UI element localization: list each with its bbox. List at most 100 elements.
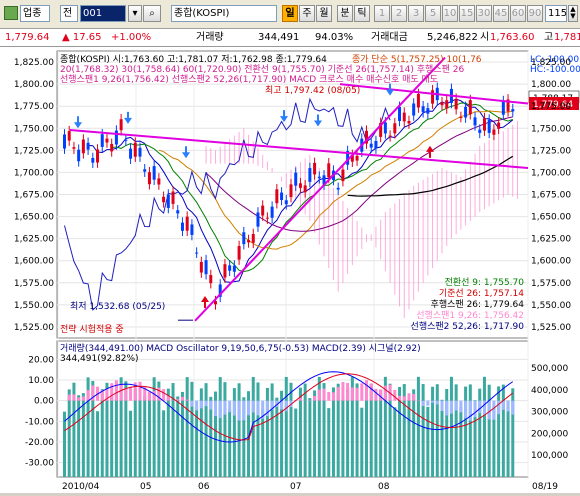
oscillator-bar xyxy=(129,387,132,401)
price-axis-label-left: 1,550.00 xyxy=(14,301,54,311)
candle-body xyxy=(209,275,212,283)
candle-body xyxy=(492,130,495,135)
price-axis-label-right: 1,800.00 xyxy=(531,80,571,90)
candle-body xyxy=(87,143,90,150)
volume-bar xyxy=(488,385,491,477)
oscillator-bar xyxy=(511,401,514,415)
category-select[interactable]: 업종 xyxy=(20,5,50,22)
volume-bar xyxy=(407,399,410,477)
candle-body xyxy=(417,94,420,108)
oscillator-bar xyxy=(200,401,203,409)
period-button-day[interactable]: 일 xyxy=(282,5,298,22)
interval-button-45[interactable]: 45 xyxy=(493,5,509,22)
price-axis-label-right: 1,575.00 xyxy=(531,279,571,289)
search-button[interactable]: ▾ xyxy=(128,5,142,22)
oscillator-bar xyxy=(148,392,151,401)
interval-button-10[interactable]: 10 xyxy=(442,5,458,22)
candle-body xyxy=(101,134,104,147)
period-button-month[interactable]: 월 xyxy=(316,5,332,22)
oscillator-bar xyxy=(181,397,184,401)
oscillator-bar xyxy=(195,401,198,411)
candle-body xyxy=(384,122,387,133)
volume-bar xyxy=(275,398,278,477)
open-label: 시 xyxy=(480,29,489,46)
interval-button-60[interactable]: 60 xyxy=(510,5,526,22)
oscillator-bar xyxy=(497,401,500,415)
price-axis-label-left: 1,750.00 xyxy=(14,124,54,134)
chart-canvas[interactable]: 종합(KOSPI) 시:1,763.60 고:1,781.07 저:1,762.… xyxy=(0,47,580,493)
name-field: 종합(KOSPI) xyxy=(171,5,277,22)
interval-button-2[interactable]: 2 xyxy=(391,5,407,22)
oscillator-bar xyxy=(464,401,467,419)
interval-button-15[interactable]: 15 xyxy=(459,5,475,22)
oscillator-bar xyxy=(176,399,179,400)
volume-axis-label: 300,000 xyxy=(531,408,568,418)
volume-bar xyxy=(96,411,99,477)
period-button-week[interactable]: 주 xyxy=(299,5,315,22)
dropdown-icon: ▾ xyxy=(132,8,137,19)
candle-body xyxy=(63,134,66,148)
candle-body xyxy=(82,140,85,154)
oscillator-bar xyxy=(445,401,448,416)
oscillator-bar xyxy=(186,400,189,401)
interval-button-1[interactable]: 1 xyxy=(374,5,390,22)
grid-icon[interactable] xyxy=(4,6,18,20)
candle-body xyxy=(280,193,283,200)
candle-body xyxy=(266,218,269,219)
interval-button-90[interactable]: 90 xyxy=(527,5,543,22)
candle-body xyxy=(459,117,462,118)
count-input[interactable]: 115 xyxy=(545,5,567,22)
interval-button-5[interactable]: 5 xyxy=(425,5,441,22)
volume-bar xyxy=(68,389,71,477)
oscillator-bar xyxy=(426,401,429,406)
count-spinner[interactable]: ▲▼ xyxy=(568,5,578,22)
oscillator-bar xyxy=(82,396,85,400)
open-value: 1,763.60 xyxy=(490,29,535,46)
candle-body xyxy=(455,99,458,109)
interval-button-30[interactable]: 30 xyxy=(476,5,492,22)
oscillator-bar xyxy=(252,401,255,413)
volume-bar xyxy=(228,409,231,477)
oscillator-bar xyxy=(242,401,245,421)
time-axis-label: 07 xyxy=(290,482,301,492)
candle-body xyxy=(153,166,156,180)
period-select[interactable]: 전 xyxy=(60,5,78,22)
candle-body xyxy=(308,168,311,182)
oscillator-bar xyxy=(379,389,382,400)
ichimoku-value-4: 선행스팬1 9,26: 1,756.42 xyxy=(416,309,524,321)
volume-bar xyxy=(167,389,170,477)
candle-body xyxy=(374,141,377,149)
chart-area: 종합(KOSPI) 시:1,763.60 고:1,781.07 저:1,762.… xyxy=(0,47,580,493)
magnifier-button[interactable]: ⌕ xyxy=(143,5,161,22)
volume-bar xyxy=(469,384,472,477)
period-button-minute[interactable]: 분 xyxy=(337,5,353,22)
oscillator-bar xyxy=(422,401,425,406)
candle-body xyxy=(497,123,500,129)
candle-body xyxy=(327,163,330,177)
oscillator-bar xyxy=(318,390,321,401)
price-change: ▲ 17.65 xyxy=(62,29,102,46)
interval-button-3[interactable]: 3 xyxy=(408,5,424,22)
candle-body xyxy=(299,183,302,188)
oscillator-bar xyxy=(441,401,444,411)
volume-bar xyxy=(186,377,189,477)
price-axis-label-right: 1,825.00 xyxy=(531,58,571,68)
price-axis-label-left: 1,525.00 xyxy=(14,323,54,333)
volume-bar xyxy=(502,385,505,477)
candle-body xyxy=(412,104,415,116)
price-legend-right: 종가 단순 5(1,757.25) 10(1,76 xyxy=(352,54,482,65)
price-axis-label-right: 1,650.00 xyxy=(531,213,571,223)
volume-bar xyxy=(304,384,307,477)
volume-bar xyxy=(308,398,311,477)
oscillator-bar xyxy=(436,401,439,405)
candle-body xyxy=(172,192,175,204)
price-axis-label-right: 1,700.00 xyxy=(531,168,571,178)
candle-body xyxy=(407,121,410,123)
code-input[interactable]: 001 xyxy=(80,5,126,22)
volume-axis-label: 100,000 xyxy=(531,451,568,461)
osc-axis-label: 20.00 xyxy=(28,355,54,365)
candle-body xyxy=(370,144,373,148)
price-axis-label-left: 1,625.00 xyxy=(14,235,54,245)
period-button-tick[interactable]: 틱 xyxy=(354,5,370,22)
amount-value: 5,246,822 xyxy=(427,29,478,46)
